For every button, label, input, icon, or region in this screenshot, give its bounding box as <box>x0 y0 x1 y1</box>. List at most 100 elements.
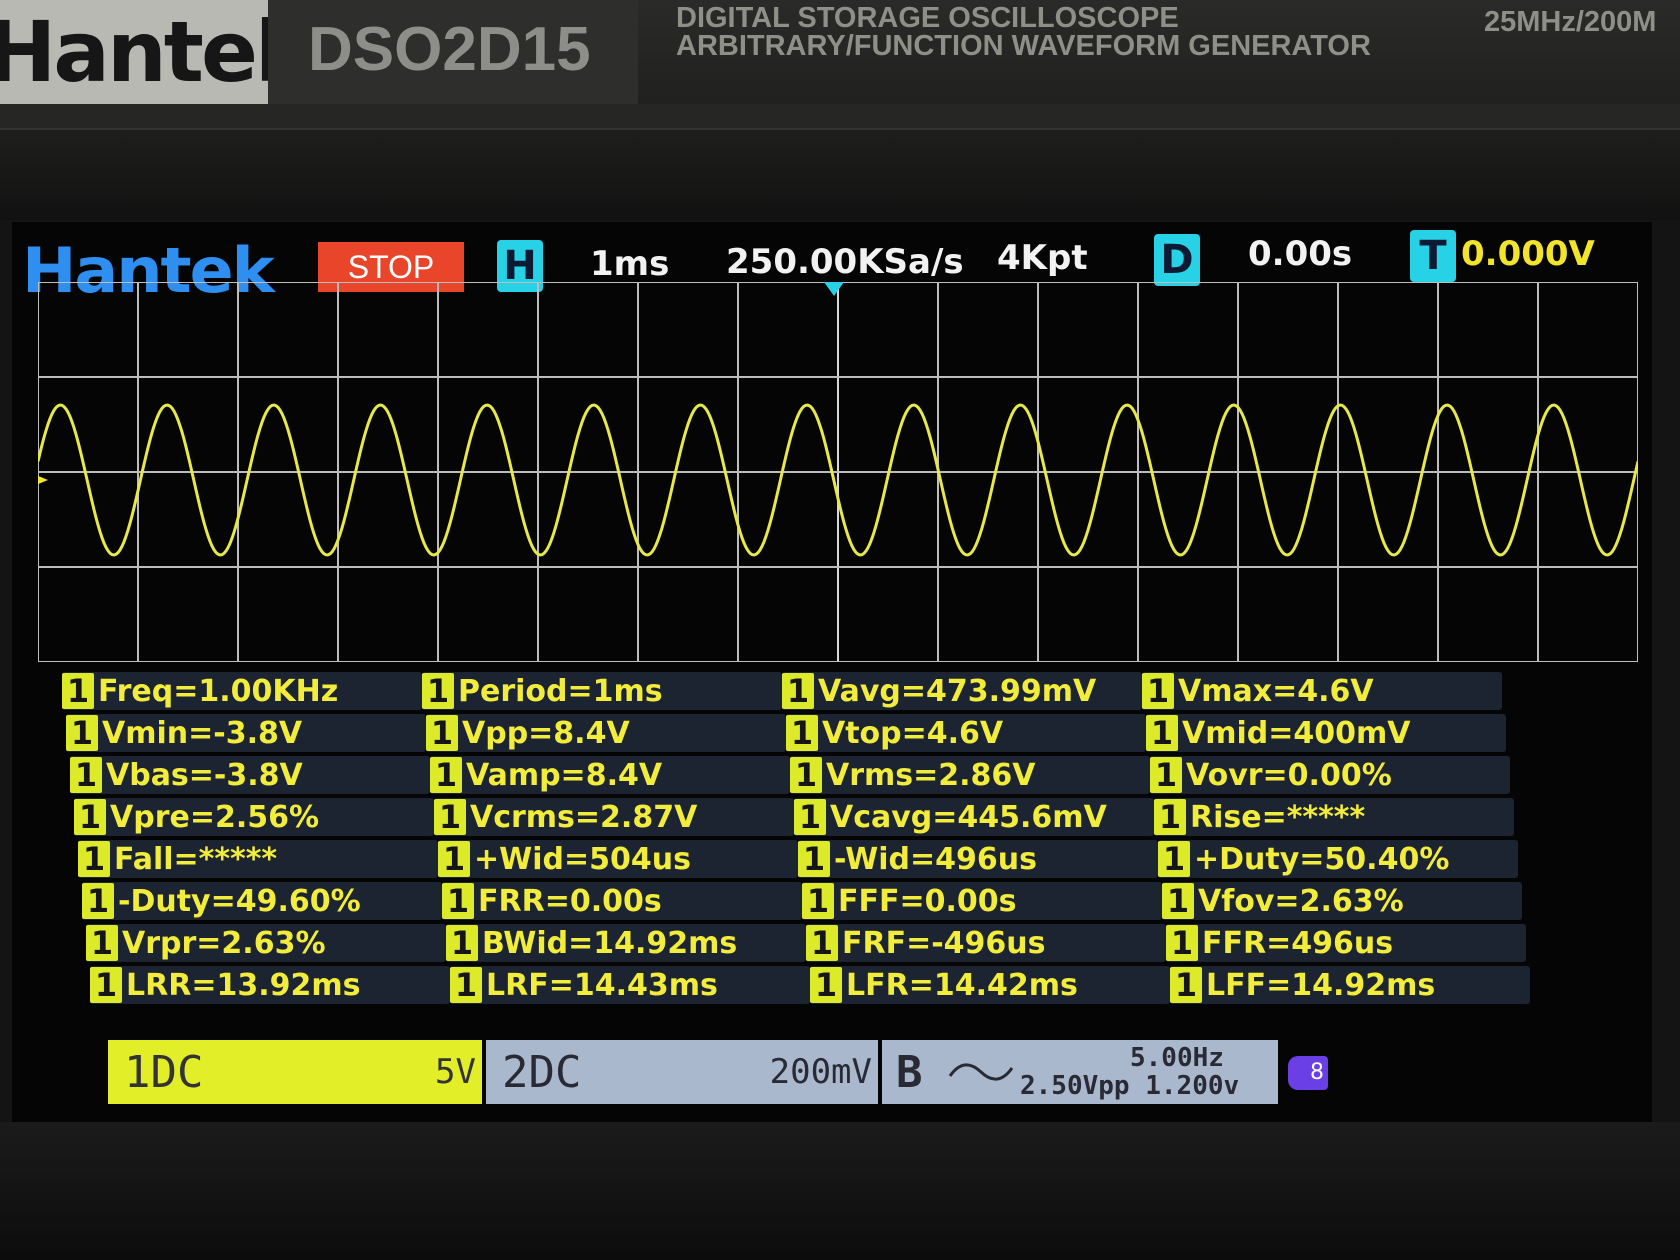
measurement-value: Rise=***** <box>1190 799 1366 835</box>
channel-2-button[interactable]: 2DC 200mV <box>486 1040 878 1104</box>
measurement-cell: 1 Vrpr=2.63% <box>86 924 446 962</box>
measurement-cell: 1 Vcavg=445.6mV <box>794 798 1154 836</box>
measurement-value: Vpp=8.4V <box>462 715 630 751</box>
measurement-value: FFF=0.00s <box>838 883 1017 919</box>
device-spec: 25MHz/200M <box>1484 6 1657 38</box>
measurement-value: LFR=14.42ms <box>846 967 1078 1003</box>
measurement-cell: 1 -Duty=49.60% <box>82 882 442 920</box>
channel-1-button[interactable]: 1DC 5V <box>108 1040 482 1104</box>
bezel-divider <box>0 104 1680 130</box>
measurement-cell: 1 Vpre=2.56% <box>74 798 434 836</box>
measurement-value: FRR=0.00s <box>478 883 662 919</box>
oscilloscope-screen: Hantek STOP H 1ms 250.00KSa/s 4Kpt D 0.0… <box>12 222 1652 1122</box>
channel-badge: 1 <box>1142 673 1174 709</box>
channel-badge: 1 <box>782 673 814 709</box>
measurement-cell: 1 Vcrms=2.87V <box>434 798 794 836</box>
measurement-value: -Wid=496us <box>834 841 1037 877</box>
channel-badge: 1 <box>798 841 830 877</box>
measurement-cell: 1 Rise=***** <box>1154 798 1514 836</box>
channel-badge: 1 <box>1154 799 1186 835</box>
channel-badge: 1 <box>1162 883 1194 919</box>
measurement-value: Fall=***** <box>114 841 278 877</box>
channel-2-coupling: 2DC <box>502 1046 582 1098</box>
channel-badge: 1 <box>90 967 122 1003</box>
measurement-value: LRR=13.92ms <box>126 967 361 1003</box>
measurement-cell: 1 Vtop=4.6V <box>786 714 1146 752</box>
channel-badge: 1 <box>1150 757 1182 793</box>
measurement-value: Vcrms=2.87V <box>470 799 698 835</box>
channel-badge: 1 <box>1170 967 1202 1003</box>
channel-1-coupling: 1DC <box>124 1046 204 1098</box>
delay-chip[interactable]: D <box>1154 234 1200 286</box>
measurement-value: Vamp=8.4V <box>466 757 663 793</box>
measurement-value: +Wid=504us <box>474 841 691 877</box>
channel-badge: 1 <box>422 673 454 709</box>
generator-label: B <box>896 1046 923 1098</box>
trigger-chip[interactable]: T <box>1410 230 1456 282</box>
measurement-cell: 1 Freq=1.00KHz <box>62 672 422 710</box>
measurement-cell: 1 LRR=13.92ms <box>90 966 450 1004</box>
sine-wave-icon <box>948 1063 1014 1081</box>
channel-badge: 1 <box>70 757 102 793</box>
measurement-cell: 1 Vmid=400mV <box>1146 714 1506 752</box>
waveform-display[interactable] <box>38 282 1638 662</box>
generator-frequency: 5.00Hz <box>1130 1043 1224 1073</box>
channel-badge: 1 <box>794 799 826 835</box>
channel-badge: 1 <box>1146 715 1178 751</box>
measurement-cell: 1 Vavg=473.99mV <box>782 672 1142 710</box>
trigger-position-marker[interactable] <box>824 282 844 296</box>
measurement-value: +Duty=50.40% <box>1194 841 1450 877</box>
measurement-value: LFF=14.92ms <box>1206 967 1436 1003</box>
channel-badge: 1 <box>790 757 822 793</box>
channel-badge: 1 <box>802 883 834 919</box>
measurement-cell: 1 Vbas=-3.8V <box>70 756 430 794</box>
generator-button[interactable]: B 5.00Hz 2.50Vpp 1.200v <box>882 1040 1278 1104</box>
generator-amplitude: 2.50Vpp <box>1020 1071 1130 1101</box>
bezel-bottom <box>0 1122 1680 1260</box>
measurement-value: Vpre=2.56% <box>110 799 320 835</box>
device-subtitle-2: ARBITRARY/FUNCTION WAVEFORM GENERATOR <box>676 30 1371 62</box>
measurement-cell: 1 Vpp=8.4V <box>426 714 786 752</box>
channel-2-scale: 200mV <box>769 1052 872 1092</box>
channel-badge: 1 <box>426 715 458 751</box>
channel-badge: 1 <box>806 925 838 961</box>
channel-badge: 1 <box>434 799 466 835</box>
channel-badge: 1 <box>810 967 842 1003</box>
channel-badge: 1 <box>66 715 98 751</box>
measurement-cell: 1 LFR=14.42ms <box>810 966 1170 1004</box>
measurement-cell: 1 FFR=496us <box>1166 924 1526 962</box>
channel-badge: 1 <box>430 757 462 793</box>
sample-rate-value: 250.00KSa/s <box>726 242 964 282</box>
measurement-cell: 1 +Wid=504us <box>438 840 798 878</box>
channel-badge: 1 <box>86 925 118 961</box>
channel-badge: 1 <box>442 883 474 919</box>
measurement-cell: 1 -Wid=496us <box>798 840 1158 878</box>
channel-1-scale: 5V <box>435 1052 476 1092</box>
measurement-cell: 1 FFF=0.00s <box>802 882 1162 920</box>
measurement-value: LRF=14.43ms <box>486 967 718 1003</box>
measurement-value: Vbas=-3.8V <box>106 757 303 793</box>
measurement-value: Vovr=0.00% <box>1186 757 1392 793</box>
measurement-value: Vrms=2.86V <box>826 757 1036 793</box>
channel-badge: 1 <box>450 967 482 1003</box>
channel-badge: 1 <box>1166 925 1198 961</box>
timebase-value: 1ms <box>590 244 670 284</box>
measurement-value: Vfov=2.63% <box>1198 883 1404 919</box>
measurement-value: Vmax=4.6V <box>1178 673 1374 709</box>
channel-badge: 1 <box>82 883 114 919</box>
channel-badge: 1 <box>446 925 478 961</box>
channel-badge: 1 <box>74 799 106 835</box>
measurement-cell: 1 Vamp=8.4V <box>430 756 790 794</box>
model-nameplate: DSO2D15 <box>268 0 638 104</box>
generator-offset: 1.200v <box>1145 1071 1240 1101</box>
measurement-value: Vrpr=2.63% <box>122 925 326 961</box>
measurement-value: Vmin=-3.8V <box>102 715 303 751</box>
measurement-value: BWid=14.92ms <box>482 925 738 961</box>
measurement-value: Vavg=473.99mV <box>818 673 1097 709</box>
measurement-value: -Duty=49.60% <box>118 883 361 919</box>
brand-nameplate: Hantek <box>0 0 268 104</box>
measurement-cell: 1 FRF=-496us <box>806 924 1166 962</box>
channel-badge: 1 <box>62 673 94 709</box>
measurement-value: FRF=-496us <box>842 925 1046 961</box>
graticule <box>38 282 1638 662</box>
